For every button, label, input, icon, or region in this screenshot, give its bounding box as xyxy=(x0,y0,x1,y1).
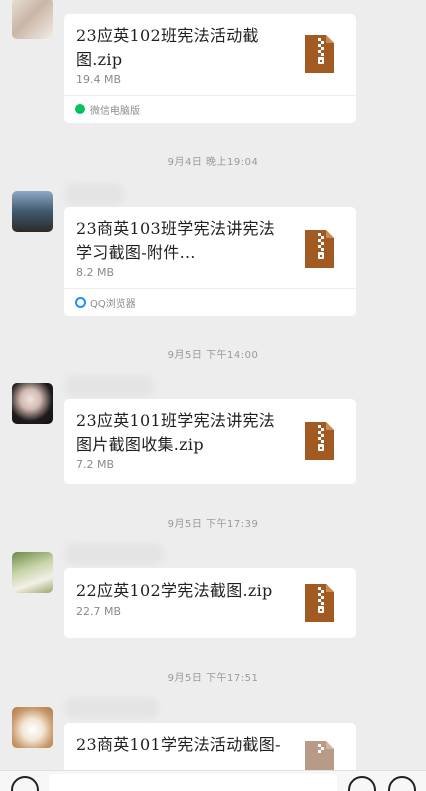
file-size: 19.4 MB xyxy=(76,73,122,86)
file-size: 8.2 MB xyxy=(76,266,115,279)
qq-browser-icon xyxy=(75,297,86,308)
avatar[interactable] xyxy=(12,0,53,39)
zip-file-icon xyxy=(305,230,334,268)
avatar[interactable] xyxy=(12,383,53,424)
file-size: 7.2 MB xyxy=(76,458,115,471)
file-card[interactable]: 22应英102学宪法截图.zip 22.7 MB xyxy=(64,568,356,638)
sender-name-blurred xyxy=(64,375,154,397)
chat-message-list[interactable]: 23应英102班宪法活动截图.zip 19.4 MB 微信电脑版 9月4日 晚上… xyxy=(0,0,426,770)
plus-icon[interactable] xyxy=(388,776,416,791)
message-timestamp: 9月5日 下午14:00 xyxy=(167,350,259,361)
wechat-icon xyxy=(75,104,85,114)
avatar[interactable] xyxy=(12,552,53,593)
source-app-row[interactable]: 微信电脑版 xyxy=(64,95,356,123)
zip-file-icon xyxy=(305,35,334,73)
source-app-label: QQ浏览器 xyxy=(90,299,136,310)
file-name: 22应英102学宪法截图.zip xyxy=(76,581,273,600)
sender-name-blurred xyxy=(64,183,124,205)
file-card[interactable]: 23商英103班学宪法讲宪法学习截图-附件… 8.2 MB QQ浏览器 xyxy=(64,207,356,316)
zip-file-icon xyxy=(305,422,334,460)
message-input[interactable] xyxy=(49,774,337,791)
avatar[interactable] xyxy=(12,707,53,748)
sender-name-blurred xyxy=(64,543,164,565)
file-card[interactable]: 23商英101学宪法活动截图- xyxy=(64,723,356,770)
source-app-label: 微信电脑版 xyxy=(90,106,140,117)
file-name: 23商英103班学宪法讲宪法学习截图-附件… xyxy=(76,219,276,262)
emoji-icon[interactable] xyxy=(348,776,376,791)
chat-input-bar xyxy=(0,770,426,791)
file-card[interactable]: 23应英102班宪法活动截图.zip 19.4 MB 微信电脑版 xyxy=(64,14,356,123)
source-app-row[interactable]: QQ浏览器 xyxy=(64,288,356,316)
file-name: 23应英101班学宪法讲宪法图片截图收集.zip xyxy=(76,411,276,454)
sender-name-blurred xyxy=(64,697,159,719)
file-name: 23商英101学宪法活动截图- xyxy=(76,735,281,754)
message-timestamp: 9月5日 下午17:51 xyxy=(167,673,259,684)
message-timestamp: 9月5日 下午17:39 xyxy=(167,519,259,530)
file-size: 22.7 MB xyxy=(76,605,122,618)
message-timestamp: 9月4日 晚上19:04 xyxy=(167,157,259,168)
zip-file-icon xyxy=(305,741,334,770)
avatar[interactable] xyxy=(12,191,53,232)
voice-input-icon[interactable] xyxy=(11,776,39,791)
file-name: 23应英102班宪法活动截图.zip xyxy=(76,26,259,69)
file-card[interactable]: 23应英101班学宪法讲宪法图片截图收集.zip 7.2 MB xyxy=(64,399,356,484)
zip-file-icon xyxy=(305,584,334,622)
